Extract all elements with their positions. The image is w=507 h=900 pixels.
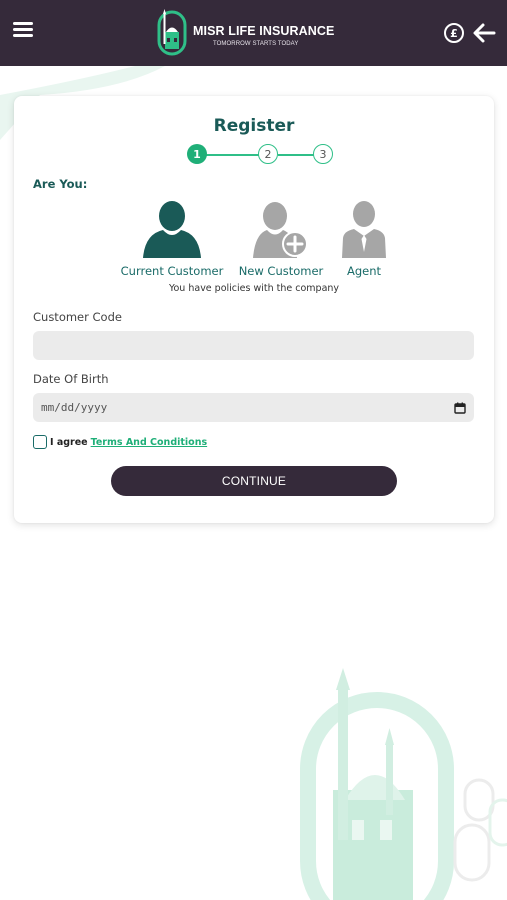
- continue-button[interactable]: CONTINUE: [111, 466, 397, 496]
- register-card: Register 1 2 3 Are You: Current Customer…: [14, 96, 494, 523]
- stepper: 1 2 3: [174, 144, 334, 166]
- terms-link[interactable]: Terms And Conditions: [91, 437, 208, 448]
- step-2: 2: [258, 144, 278, 164]
- brand-name: MISR LIFE INSURANCE: [193, 24, 335, 38]
- page-title: Register: [213, 116, 295, 136]
- role-description: You have policies with the company: [168, 283, 340, 294]
- agree-text: I agree: [50, 436, 88, 448]
- app-header: MISR LIFE INSURANCE TOMORROW STARTS TODA…: [0, 0, 507, 66]
- brand-logo-icon: [157, 9, 187, 56]
- role-agent[interactable]: Agent: [334, 200, 394, 278]
- role-label: New Customer: [238, 264, 324, 278]
- step-connector: [204, 154, 260, 156]
- role-label: Agent: [346, 264, 382, 278]
- agent-icon: [342, 201, 386, 258]
- date-placeholder: mm/dd/yyyy: [41, 401, 108, 414]
- arrow-left-icon[interactable]: [472, 22, 496, 44]
- brand-tagline: TOMORROW STARTS TODAY: [213, 41, 299, 47]
- role-question: Are You:: [33, 177, 88, 191]
- customer-code-label: Customer Code: [33, 310, 122, 324]
- date-of-birth-input[interactable]: mm/dd/yyyy: [33, 393, 474, 422]
- step-1: 1: [187, 144, 207, 164]
- currency-symbol: £: [450, 26, 458, 40]
- role-new-customer[interactable]: New Customer: [238, 200, 324, 278]
- role-current-customer[interactable]: Current Customer: [120, 200, 224, 278]
- terms-agreement: I agree Terms And Conditions: [33, 434, 207, 450]
- customer-code-input[interactable]: [33, 331, 474, 360]
- date-of-birth-label: Date Of Birth: [33, 372, 109, 386]
- step-3: 3: [313, 144, 333, 164]
- role-label: Current Customer: [120, 264, 224, 278]
- user-icon: [143, 201, 201, 258]
- brand: MISR LIFE INSURANCE TOMORROW STARTS TODA…: [157, 8, 337, 58]
- currency-icon[interactable]: £: [444, 23, 464, 43]
- user-add-icon: [253, 202, 308, 258]
- terms-checkbox[interactable]: [33, 435, 47, 449]
- hamburger-menu-icon[interactable]: [13, 22, 35, 42]
- calendar-icon[interactable]: [454, 402, 466, 414]
